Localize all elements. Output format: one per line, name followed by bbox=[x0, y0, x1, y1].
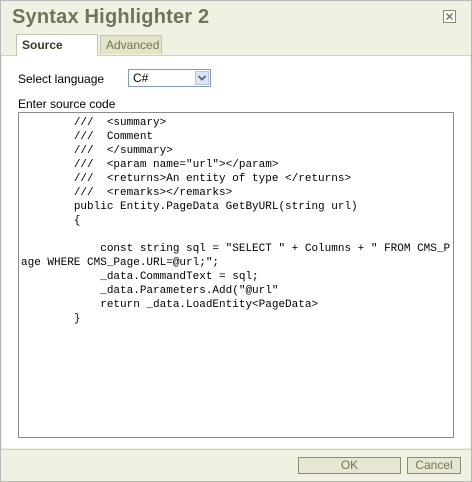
language-selected-value: C# bbox=[133, 71, 149, 85]
enter-source-code-label: Enter source code bbox=[18, 97, 116, 111]
source-code-text: /// <summary> /// Comment /// </summary>… bbox=[21, 117, 451, 325]
dialog-footer: OK Cancel bbox=[1, 449, 471, 482]
tab-bar: Source code Advanced bbox=[1, 33, 471, 73]
dialog-title: Syntax Highlighter 2 bbox=[12, 6, 210, 28]
chevron-down-icon[interactable] bbox=[195, 71, 209, 85]
ok-button[interactable]: OK bbox=[298, 457, 401, 474]
cancel-button[interactable]: Cancel bbox=[407, 457, 461, 474]
source-code-textarea[interactable]: /// <summary> /// Comment /// </summary>… bbox=[18, 112, 454, 438]
dialog-title-bar[interactable]: Syntax Highlighter 2 bbox=[1, 1, 471, 33]
select-language-label: Select language bbox=[18, 72, 105, 86]
close-icon[interactable] bbox=[443, 10, 456, 23]
tab-source-code[interactable]: Source code bbox=[16, 34, 98, 73]
syntax-highlighter-dialog: Syntax Highlighter 2 Source code Advance… bbox=[0, 0, 472, 482]
source-code-panel: Select language C# Enter source code ///… bbox=[2, 56, 470, 448]
language-select[interactable]: C# bbox=[128, 69, 211, 87]
tab-advanced[interactable]: Advanced bbox=[100, 35, 162, 54]
